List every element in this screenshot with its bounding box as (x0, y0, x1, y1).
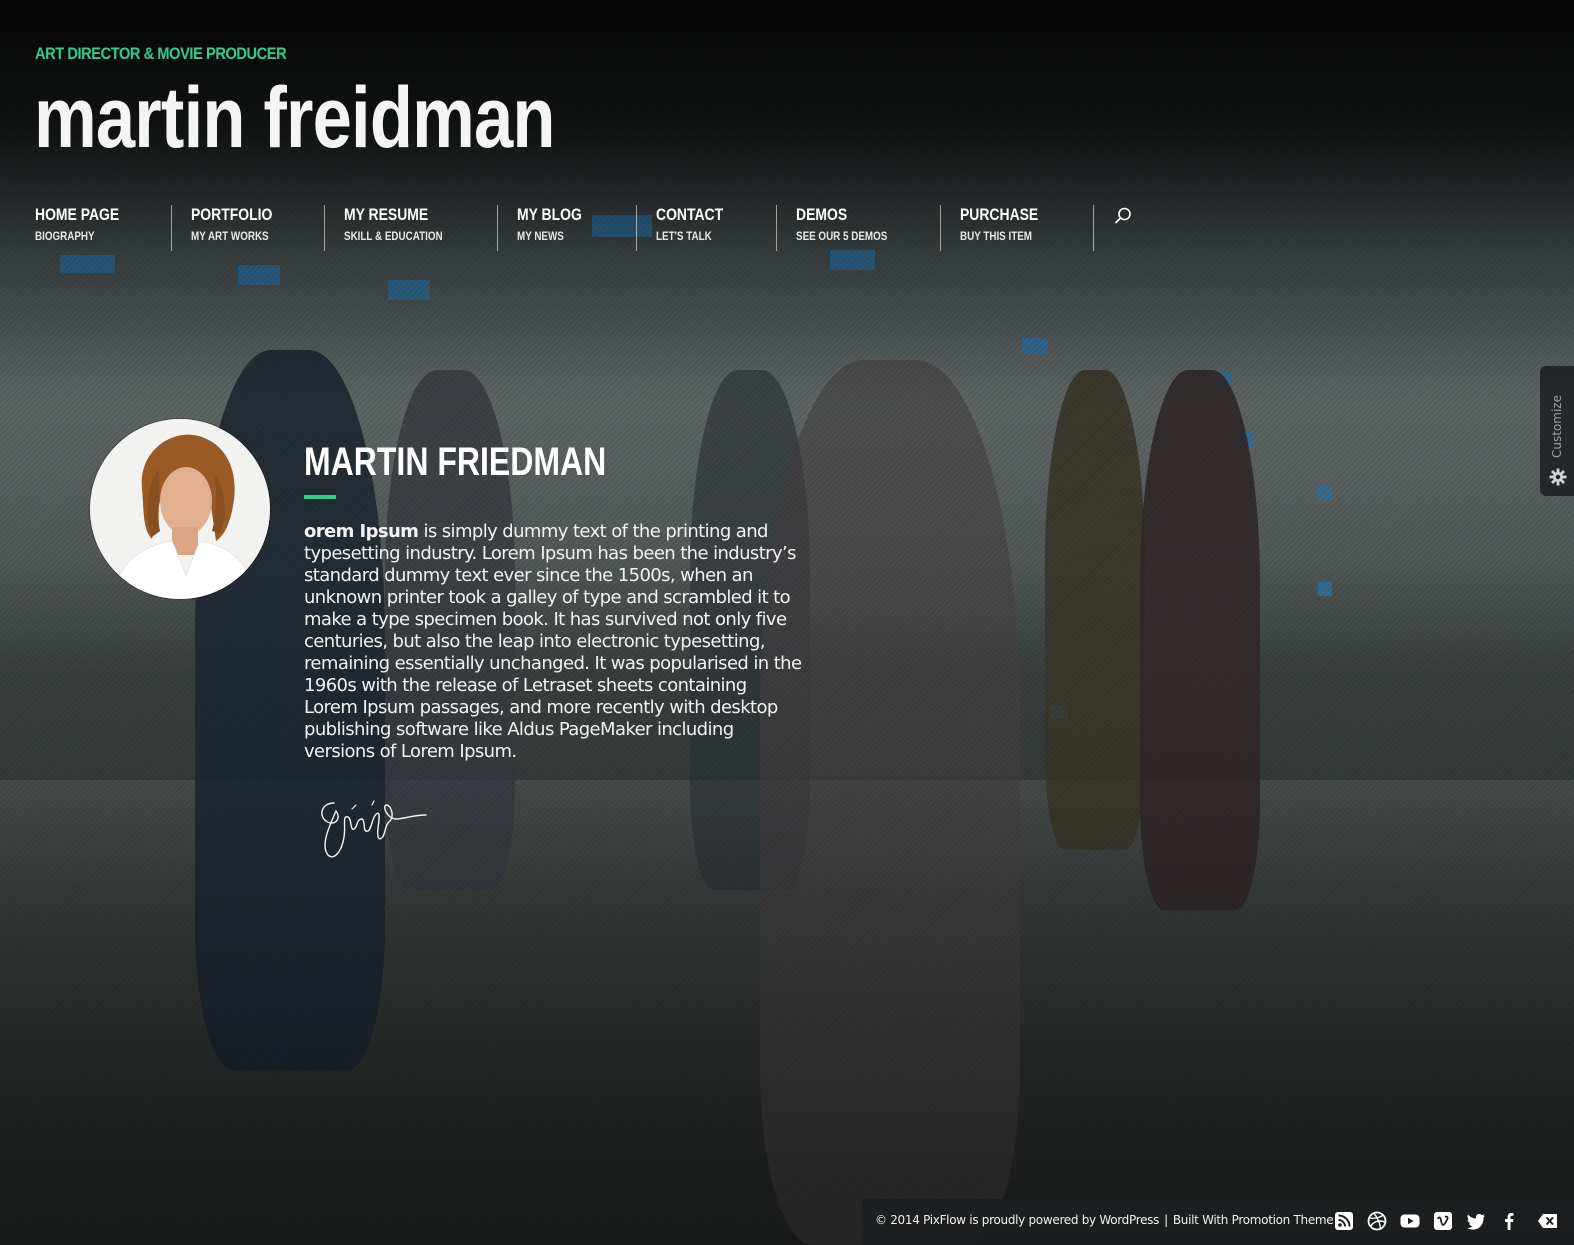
nav-item-title: MY BLOG (517, 205, 582, 224)
bio-name: MARTIN FRIEDMAN (304, 440, 607, 484)
customize-panel-toggle[interactable]: Customize (1540, 366, 1574, 496)
nav-item-subtitle: BIOGRAPHY (35, 229, 95, 243)
nav-item-my-resume[interactable]: MY RESUME SKILL & EDUCATION (344, 204, 464, 250)
nav-divider (940, 205, 941, 251)
nav-divider (324, 205, 325, 251)
nav-item-home-page[interactable]: HOME PAGE BIOGRAPHY (35, 204, 138, 250)
facebook-icon[interactable] (1499, 1211, 1519, 1231)
close-icon[interactable] (1537, 1211, 1557, 1231)
search-icon[interactable] (1113, 206, 1133, 226)
nav-item-title: HOME PAGE (35, 205, 120, 224)
nav-item-subtitle: SEE OUR 5 DEMOS (796, 229, 888, 243)
nav-item-purchase[interactable]: PURCHASE BUY THIS ITEM (960, 204, 1055, 250)
avatar (90, 419, 270, 599)
nav-item-title: MY RESUME (344, 205, 429, 224)
nav-item-subtitle: MY NEWS (517, 229, 564, 243)
site-title[interactable]: martin freidman (34, 70, 555, 166)
vimeo-icon[interactable] (1433, 1211, 1453, 1231)
nav-item-title: DEMOS (796, 205, 848, 224)
main-navigation: HOME PAGE BIOGRAPHY PORTFOLIO MY ART WOR… (0, 204, 1200, 251)
nav-item-subtitle: BUY THIS ITEM (960, 229, 1032, 243)
nav-item-portfolio[interactable]: PORTFOLIO MY ART WORKS (191, 204, 290, 250)
gear-icon (1549, 468, 1567, 486)
bio-text: orem Ipsum is simply dummy text of the p… (304, 521, 804, 763)
site-tagline: ART DIRECTOR & MOVIE PRODUCER (35, 44, 287, 63)
bio-accent-rule (304, 495, 336, 499)
nav-item-contact[interactable]: CONTACT LET'S TALK (656, 204, 738, 250)
signature-image (312, 785, 432, 865)
nav-item-subtitle: LET'S TALK (656, 229, 712, 243)
nav-item-subtitle: MY ART WORKS (191, 229, 269, 243)
nav-item-my-blog[interactable]: MY BLOG MY NEWS (517, 204, 596, 250)
footer-credits: © 2014 PixFlow is proudly powered by Wor… (875, 1213, 1334, 1227)
nav-divider (776, 205, 777, 251)
nav-divider (636, 205, 637, 251)
bio-text-body: is simply dummy text of the printing and… (304, 521, 802, 762)
dribbble-icon[interactable] (1367, 1211, 1387, 1231)
twitter-icon[interactable] (1466, 1211, 1486, 1231)
built-with-link[interactable]: Built With Promotion Theme (1173, 1213, 1334, 1227)
footer-separator: | (1164, 1213, 1168, 1227)
copyright-text[interactable]: © 2014 PixFlow is proudly powered by Wor… (875, 1213, 1159, 1227)
nav-item-subtitle: SKILL & EDUCATION (344, 229, 443, 243)
bio-text-lead: orem Ipsum (304, 521, 419, 542)
nav-divider (497, 205, 498, 251)
nav-item-title: PURCHASE (960, 205, 1039, 224)
rss-icon[interactable] (1334, 1211, 1354, 1231)
nav-item-title: CONTACT (656, 205, 724, 224)
nav-item-demos[interactable]: DEMOS SEE OUR 5 DEMOS (796, 204, 907, 250)
customize-label: Customize (1550, 395, 1564, 458)
nav-item-title: PORTFOLIO (191, 205, 273, 224)
nav-divider (1093, 205, 1094, 251)
footer-bar: © 2014 PixFlow is proudly powered by Wor… (862, 1199, 1574, 1245)
nav-divider (171, 205, 172, 251)
youtube-icon[interactable] (1400, 1211, 1420, 1231)
